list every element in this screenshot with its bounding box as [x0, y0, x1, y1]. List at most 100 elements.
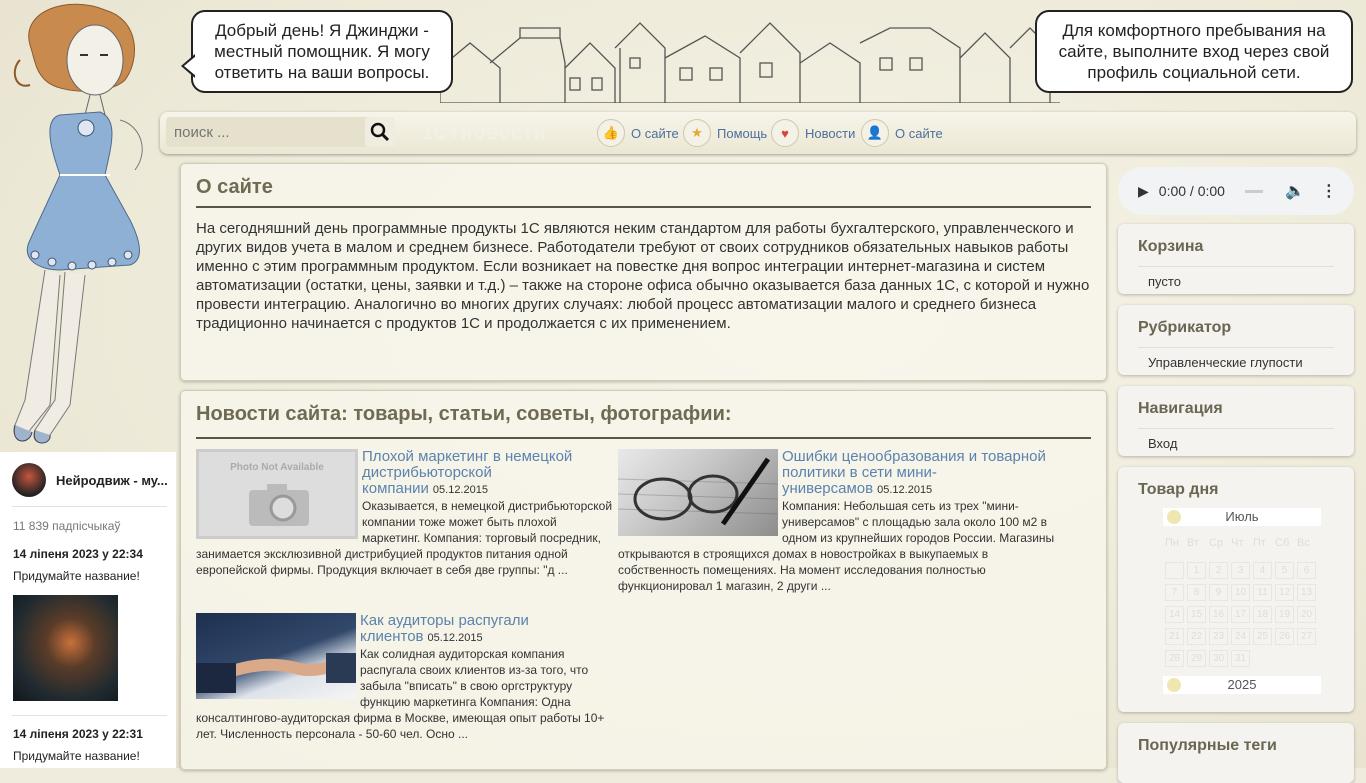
calendar-day[interactable]: 6 [1297, 562, 1316, 579]
thumb-icon: 👍 [597, 119, 625, 147]
calendar-day[interactable]: 9 [1209, 584, 1228, 601]
calendar-day[interactable]: 20 [1297, 606, 1316, 623]
popular-tags-box: Популярные теги [1118, 723, 1354, 783]
calendar-day[interactable]: 10 [1231, 584, 1250, 601]
navigation-title: Навигация [1138, 400, 1223, 417]
calendar-day[interactable]: 12 [1275, 584, 1294, 601]
channel-name: Нейродвиж - му... [56, 472, 168, 488]
photo-not-available-label: Photo Not Available [230, 462, 324, 473]
town-skyline-illustration [440, 22, 1060, 103]
calendar-weekday: Вт [1187, 537, 1200, 549]
news-item-date: 05.12.2015 [877, 484, 933, 496]
calendar-day[interactable]: 13 [1297, 584, 1316, 601]
calendar-day[interactable]: 16 [1209, 606, 1228, 623]
calendar-weekday: Чт [1231, 537, 1244, 549]
calendar-day[interactable]: 28 [1165, 650, 1184, 667]
calendar-weekday: Пт [1253, 537, 1266, 549]
news-thumbnail[interactable] [617, 449, 779, 536]
calendar-year: 2025 [1163, 676, 1321, 694]
post-date: 14 ліпеня 2023 у 22:31 [13, 727, 143, 741]
calendar-day[interactable]: 4 [1253, 562, 1272, 579]
nav-item-about-2[interactable]: 👤 О сайте [861, 119, 943, 147]
calendar-day[interactable]: 21 [1165, 628, 1184, 645]
assistant-greeting-bubble: Добрый день! Я Джинджи - местный помощни… [181, 10, 453, 93]
handshake-icon [196, 653, 356, 693]
nav-item-label: Новости [805, 125, 856, 141]
navigation-box: Навигация Вход [1118, 386, 1354, 456]
search-input[interactable] [166, 117, 372, 147]
post-image[interactable] [13, 595, 118, 701]
news-item: Ошибки ценообразования и товарной полити… [617, 449, 1068, 594]
news-item-date: 05.12.2015 [427, 632, 483, 644]
nav-item-about[interactable]: 👍 О сайте [597, 119, 679, 147]
search-button[interactable] [365, 117, 395, 147]
search-icon [370, 122, 390, 142]
divider [196, 206, 1091, 208]
cart-box: Корзина пусто [1118, 224, 1354, 294]
about-panel: О сайте На сегодняшний день программные … [180, 163, 1107, 381]
site-brand[interactable]: 1С+новости [422, 122, 546, 145]
login-link[interactable]: Вход [1148, 436, 1177, 451]
calendar-day[interactable]: 1 [1187, 562, 1206, 579]
top-navigation-bar: 1С+новости 👍 О сайте ★ Помощь ♥ Новости … [160, 112, 1356, 154]
rubricator-box: Рубрикатор Управленческие глупости [1118, 305, 1354, 375]
calendar-day[interactable]: 26 [1275, 628, 1294, 645]
calendar-day[interactable]: 31 [1231, 650, 1250, 667]
calendar-day[interactable]: 17 [1231, 606, 1250, 623]
prev-year-icon[interactable] [1167, 678, 1181, 692]
post-text: Придумайте название! [13, 749, 140, 763]
calendar-day[interactable]: 23 [1209, 628, 1228, 645]
rubricator-title: Рубрикатор [1138, 319, 1232, 336]
cart-value: пусто [1148, 274, 1181, 289]
star-icon: ★ [683, 119, 711, 147]
audio-time: 0:00 / 0:00 [1158, 183, 1225, 199]
calendar-day[interactable]: 3 [1231, 562, 1250, 579]
audio-progress-bar[interactable] [1244, 189, 1263, 193]
about-title: О сайте [196, 176, 273, 198]
channel-header[interactable]: Нейродвиж - му... [12, 462, 172, 498]
nav-item-help[interactable]: ★ Помощь [683, 119, 767, 147]
news-panel: Новости сайта: товары, статьи, советы, ф… [180, 390, 1107, 770]
cart-title: Корзина [1138, 238, 1204, 255]
calendar-day [1165, 562, 1184, 579]
calendar-day[interactable]: 19 [1275, 606, 1294, 623]
calendar-day[interactable]: 25 [1253, 628, 1272, 645]
calendar-day[interactable]: 15 [1187, 606, 1206, 623]
calendar-day[interactable]: 7 [1165, 584, 1184, 601]
divider [12, 506, 167, 507]
rubricator-link[interactable]: Управленческие глупости [1148, 355, 1303, 370]
news-item: Как аудиторы распугали клиентов 05.12.201… [196, 613, 616, 742]
news-thumbnail[interactable] [196, 613, 356, 699]
calendar-day[interactable]: 29 [1187, 650, 1206, 667]
camera-icon [249, 484, 309, 526]
news-thumbnail[interactable]: Photo Not Available [196, 449, 358, 539]
divider [1138, 347, 1334, 348]
social-feed-widget: Нейродвиж - му... 11 839 падпісчыкаў 14 … [0, 452, 176, 768]
calendar-day[interactable]: 24 [1231, 628, 1250, 645]
prev-month-icon[interactable] [1167, 510, 1181, 524]
news-item: Photo Not Available Плохой маркетинг в н… [196, 449, 616, 578]
nav-item-news[interactable]: ♥ Новости [771, 119, 855, 147]
calendar-day[interactable]: 8 [1187, 584, 1206, 601]
calendar-day[interactable]: 27 [1297, 628, 1316, 645]
calendar-day[interactable]: 14 [1165, 606, 1184, 623]
calendar-day[interactable]: 30 [1209, 650, 1228, 667]
nav-item-label: О сайте [895, 125, 943, 141]
subscribers-count: 11 839 падпісчыкаў [13, 519, 121, 533]
audio-player: ▶ 0:00 / 0:00 🔈 ⋮ [1118, 167, 1354, 215]
calendar-day[interactable]: 18 [1253, 606, 1272, 623]
glasses-icon [617, 457, 779, 526]
calendar-day[interactable]: 11 [1253, 584, 1272, 601]
more-options-icon[interactable]: ⋮ [1321, 181, 1337, 201]
calendar-widget: Июль Пн Вт Ср Чт Пт Сб Вс 1 2 3 4 5 6 7 8 9 10 11 12 13 14 15… [1155, 502, 1330, 702]
calendar-day[interactable]: 2 [1209, 562, 1228, 579]
mascot-girl-illustration [13, 3, 143, 444]
volume-icon[interactable]: 🔈 [1285, 181, 1305, 201]
play-icon[interactable]: ▶ [1138, 183, 1149, 200]
news-title: Новости сайта: товары, статьи, советы, ф… [196, 403, 732, 425]
heart-icon: ♥ [771, 119, 799, 147]
calendar-day[interactable]: 5 [1275, 562, 1294, 579]
post-date: 14 ліпеня 2023 у 22:34 [13, 547, 143, 561]
calendar-day[interactable]: 22 [1187, 628, 1206, 645]
news-item-date: 05.12.2015 [432, 484, 488, 496]
